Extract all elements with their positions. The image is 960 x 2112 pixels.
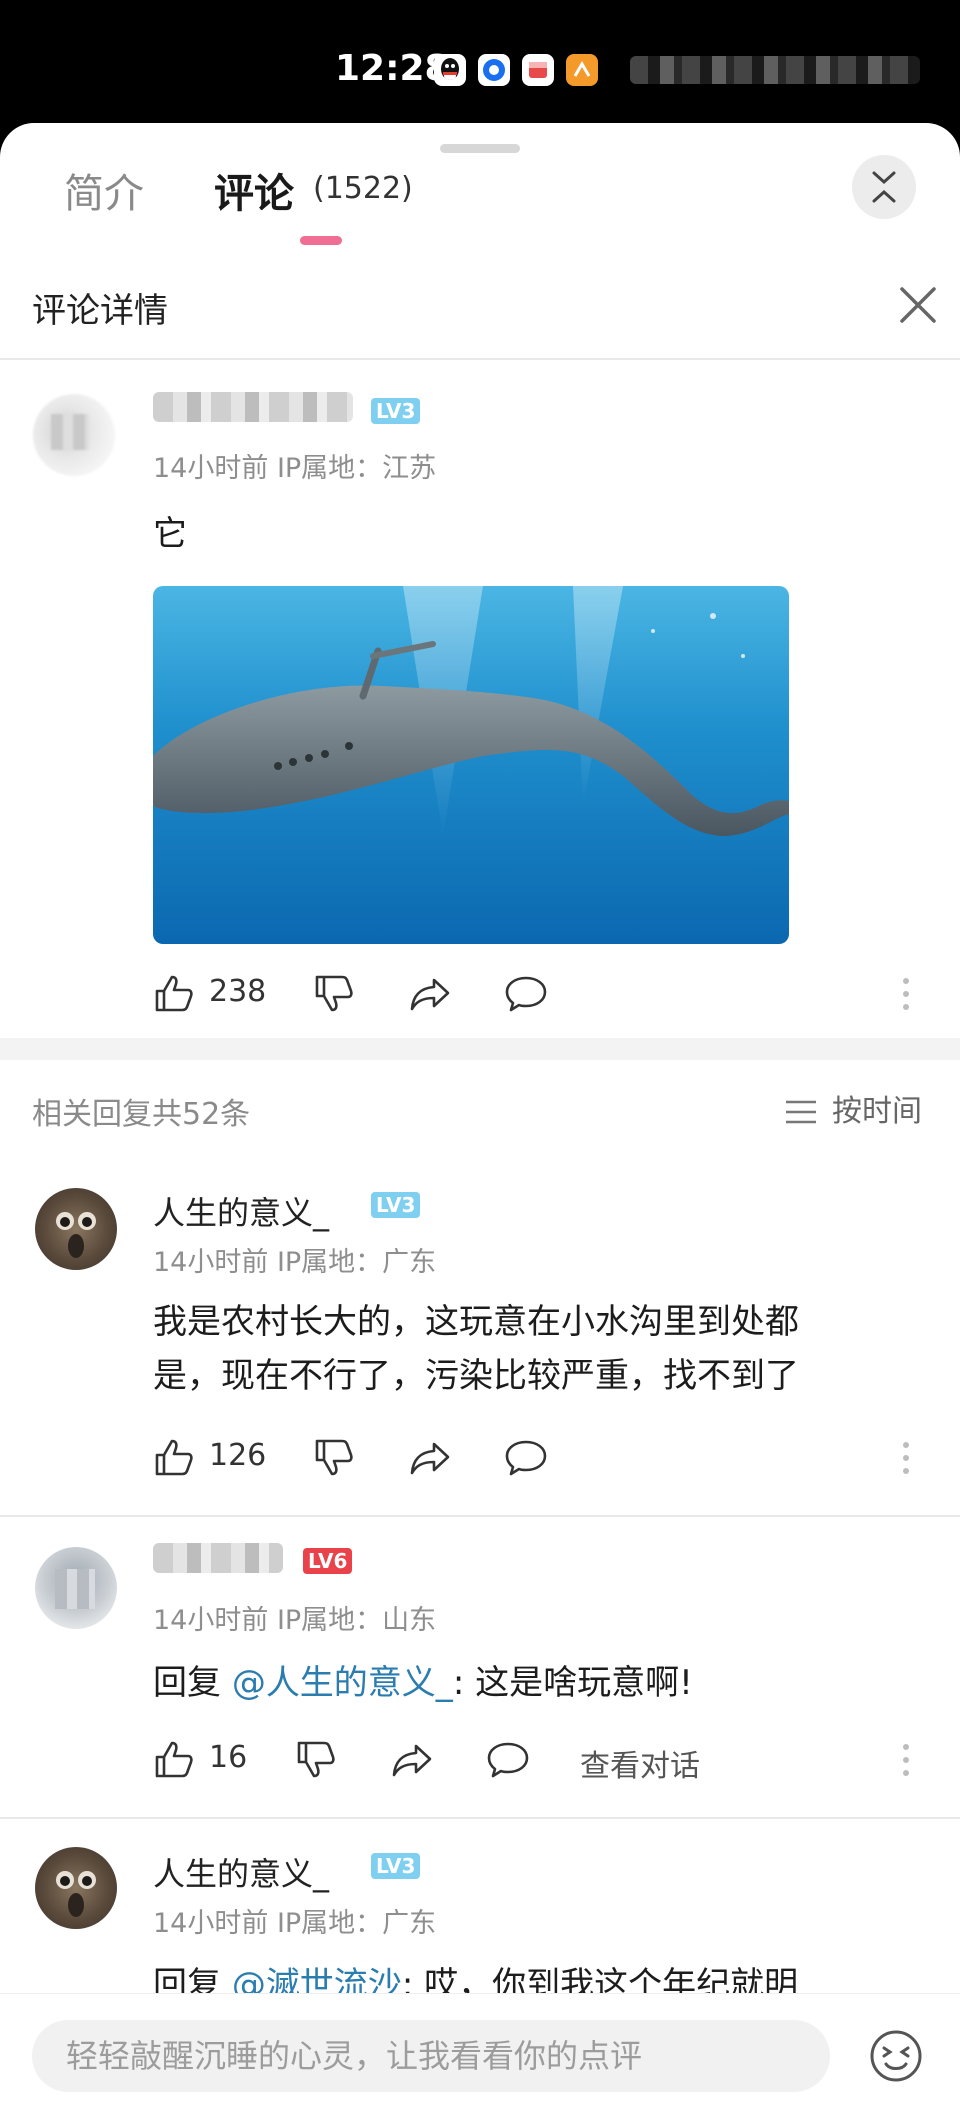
level-badge: LV3 (371, 398, 421, 424)
thumbs-down-icon[interactable] (313, 1438, 355, 1478)
divider (0, 358, 960, 360)
level-badge: LV3 (371, 1853, 421, 1879)
share-icon[interactable] (408, 974, 452, 1014)
thumbs-down-icon[interactable] (295, 1740, 337, 1780)
app-orange-icon (566, 54, 598, 86)
reply-text: 回复 @人生的意义_: 这是啥玩意啊! (153, 1656, 693, 1710)
comment-icon[interactable] (504, 1438, 548, 1478)
more-icon[interactable] (903, 1442, 911, 1481)
thumbs-down-icon[interactable] (313, 974, 355, 1014)
app-circle-icon (478, 54, 510, 86)
comment-meta: 14小时前 IP属地：广东 (153, 1908, 437, 1939)
reply-body: : 这是啥玩意啊! (452, 1663, 693, 1703)
qq-icon (434, 54, 466, 86)
comment-input[interactable] (32, 2020, 830, 2092)
status-time: 12:28 (335, 48, 450, 89)
mention-link[interactable]: @人生的意义_ (232, 1663, 453, 1703)
section-divider (0, 1038, 960, 1060)
username-redacted[interactable] (153, 392, 353, 422)
avatar[interactable] (35, 1847, 117, 1929)
thumbs-up-icon[interactable] (153, 1739, 195, 1779)
replies-count: 相关回复共52条 (32, 1097, 251, 1132)
comment-sheet: 简介 评论 (1522) 评论详情 LV3 14小时前 IP属地：江苏 它 23… (0, 123, 960, 2112)
comment-meta: 14小时前 IP属地：江苏 (153, 453, 437, 484)
status-bar: 12:28 (0, 0, 960, 130)
eel-creature-photo (153, 586, 789, 836)
comments-count: (1522) (313, 171, 413, 206)
close-detail-button[interactable] (898, 285, 938, 329)
more-icon[interactable] (903, 978, 911, 1017)
collapse-button[interactable] (852, 155, 916, 219)
thumbs-up-icon[interactable] (153, 973, 195, 1013)
comment-image[interactable] (153, 586, 789, 944)
emoji-icon[interactable] (868, 2028, 924, 2084)
comment-text: 它 (153, 514, 187, 554)
comment-text-line: 是，现在不行了，污染比较严重，找不到了 (153, 1356, 799, 1396)
avatar-face-icon (56, 1871, 96, 1917)
username-redacted[interactable] (153, 1543, 283, 1573)
divider (0, 1817, 960, 1819)
avatar[interactable] (35, 1188, 117, 1270)
avatar[interactable] (35, 1547, 117, 1629)
status-icons-blurred (630, 56, 920, 84)
avatar-face-icon (56, 1212, 96, 1258)
tab-intro[interactable]: 简介 (64, 161, 144, 219)
comment-meta: 14小时前 IP属地：广东 (153, 1247, 437, 1278)
comment-text-line: 我是农村长大的，这玩意在小水沟里到处都 (153, 1302, 799, 1342)
username[interactable]: 人生的意义_ (153, 1188, 329, 1234)
level-badge: LV3 (371, 1192, 421, 1218)
level-badge: LV6 (303, 1548, 353, 1574)
app-red-icon (522, 54, 554, 86)
sort-menu-icon (786, 1100, 816, 1124)
divider (0, 1515, 960, 1517)
drag-handle[interactable] (440, 144, 520, 153)
tab-comments[interactable]: 评论 (214, 161, 294, 219)
comment-input-bar (0, 1993, 960, 2112)
like-count: 238 (209, 974, 267, 1009)
comment-icon[interactable] (486, 1740, 530, 1780)
close-icon (900, 287, 936, 323)
thumbs-up-icon[interactable] (153, 1437, 195, 1477)
sort-by-time-button[interactable]: 按时间 (832, 1086, 922, 1130)
comment-detail-title: 评论详情 (32, 291, 168, 331)
reply-prefix: 回复 (153, 1663, 232, 1703)
like-count: 16 (209, 1740, 248, 1775)
like-count: 126 (209, 1438, 267, 1473)
share-icon[interactable] (408, 1438, 452, 1478)
share-icon[interactable] (390, 1740, 434, 1780)
comment-icon[interactable] (504, 974, 548, 1014)
collapse-chevrons-icon (872, 171, 896, 203)
comment-meta: 14小时前 IP属地：山东 (153, 1605, 437, 1636)
avatar[interactable] (33, 394, 115, 476)
more-icon[interactable] (903, 1744, 911, 1783)
active-tab-indicator (300, 236, 342, 245)
view-conversation-link[interactable]: 查看对话 (580, 1741, 700, 1785)
username[interactable]: 人生的意义_ (153, 1849, 329, 1895)
